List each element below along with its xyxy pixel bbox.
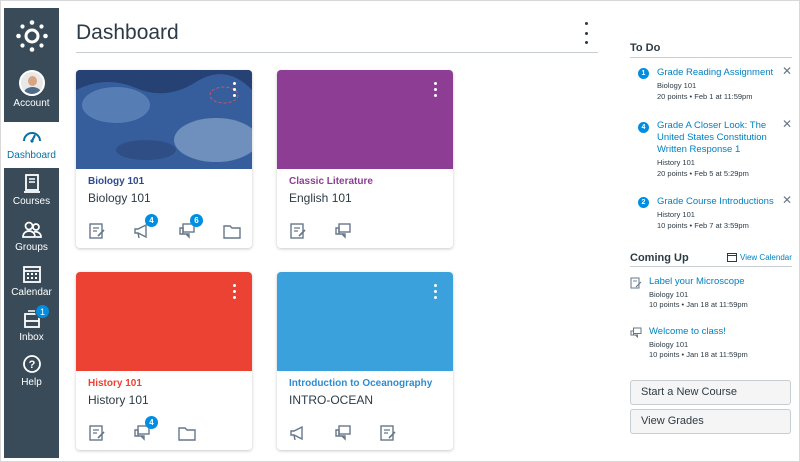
- coming-up-course: Biology 101: [649, 340, 689, 349]
- card-options-icon[interactable]: [431, 82, 439, 97]
- coming-up-meta: 10 points • Jan 18 at 11:59pm: [649, 350, 748, 359]
- nav-courses-label: Courses: [12, 196, 51, 207]
- course-name[interactable]: Classic Literature: [289, 176, 373, 187]
- course-card-image[interactable]: [76, 70, 252, 169]
- coming-up-item[interactable]: Label your Microscope Biology 101 10 poi…: [630, 276, 796, 312]
- todo-count-badge: 1: [638, 68, 649, 79]
- help-icon: ?: [22, 355, 41, 373]
- assignments-icon[interactable]: [88, 424, 108, 444]
- course-card-color[interactable]: [277, 272, 453, 371]
- todo-title-link[interactable]: Grade A Closer Look: The United States C…: [657, 120, 775, 156]
- course-code: Biology 101: [88, 191, 151, 205]
- course-code: History 101: [88, 393, 149, 407]
- discussions-icon[interactable]: [334, 424, 354, 444]
- todo-course: History 101: [657, 158, 695, 167]
- coming-up-item[interactable]: Welcome to class! Biology 101 10 points …: [630, 326, 796, 362]
- todo-meta: 20 points • Feb 1 at 11:59pm: [657, 92, 753, 101]
- nav-help[interactable]: ? Help: [4, 349, 59, 395]
- avatar: [18, 70, 45, 96]
- course-card-oceanography[interactable]: Introduction to Oceanography INTRO-OCEAN: [277, 272, 453, 450]
- card-options-icon[interactable]: [230, 82, 238, 97]
- todo-item[interactable]: 2 Grade Course Introductions History 101…: [630, 193, 796, 236]
- assignments-icon[interactable]: [88, 222, 108, 242]
- course-card-color[interactable]: [277, 70, 453, 169]
- course-name[interactable]: Biology 101: [88, 176, 144, 187]
- calendar-icon: [727, 253, 737, 262]
- view-grades-button[interactable]: View Grades: [630, 409, 791, 434]
- course-name[interactable]: Introduction to Oceanography: [289, 378, 432, 389]
- discussions-badge: 4: [145, 416, 158, 429]
- assignments-icon[interactable]: [379, 424, 399, 444]
- coming-up-title-link[interactable]: Label your Microscope: [649, 276, 745, 287]
- nav-groups-label: Groups: [15, 242, 48, 253]
- courses-icon: [23, 174, 40, 193]
- todo-count-badge: 4: [638, 122, 649, 133]
- coming-up-meta: 10 points • Jan 18 at 11:59pm: [649, 300, 748, 309]
- start-new-course-button[interactable]: Start a New Course: [630, 380, 791, 405]
- todo-title-link[interactable]: Grade Course Introductions: [657, 196, 775, 208]
- coming-up-heading: Coming Up: [630, 252, 689, 264]
- inbox-badge: 1: [35, 304, 50, 319]
- todo-item[interactable]: 1 Grade Reading Assignment Biology 101 2…: [630, 64, 796, 107]
- todo-heading: To Do: [630, 42, 661, 54]
- discussions-icon[interactable]: 6: [178, 214, 203, 242]
- todo-divider: [630, 57, 792, 58]
- course-card-biology[interactable]: Biology 101 Biology 101 4 6: [76, 70, 252, 248]
- course-code: English 101: [289, 191, 352, 205]
- nav-help-label: Help: [21, 377, 42, 388]
- course-card-history[interactable]: History 101 History 101 4: [76, 272, 252, 450]
- todo-meta: 10 points • Feb 7 at 3:59pm: [657, 221, 749, 230]
- discussion-icon: [630, 326, 642, 339]
- files-icon[interactable]: [223, 222, 243, 242]
- files-icon[interactable]: [178, 424, 198, 444]
- todo-course: Biology 101: [657, 81, 697, 90]
- course-card-classic-literature[interactable]: Classic Literature English 101: [277, 70, 453, 248]
- coming-up-divider: [630, 266, 792, 267]
- nav-calendar[interactable]: Calendar: [4, 259, 59, 305]
- course-name[interactable]: History 101: [88, 378, 142, 389]
- announcements-badge: 4: [145, 214, 158, 227]
- groups-icon: [21, 221, 42, 238]
- svg-text:?: ?: [28, 359, 35, 371]
- coming-up-course: Biology 101: [649, 290, 689, 299]
- discussions-badge: 6: [190, 214, 203, 227]
- course-card-color[interactable]: [76, 272, 252, 371]
- nav-calendar-label: Calendar: [11, 287, 52, 298]
- view-calendar-link[interactable]: View Calendar: [727, 252, 792, 262]
- card-options-icon[interactable]: [431, 284, 439, 299]
- nav-account[interactable]: Account: [4, 66, 59, 112]
- canvas-logo-icon[interactable]: [4, 8, 59, 64]
- assignments-icon[interactable]: [289, 222, 309, 242]
- view-calendar-label[interactable]: View Calendar: [740, 253, 792, 262]
- dismiss-icon[interactable]: ✕: [782, 193, 792, 207]
- card-options-icon[interactable]: [230, 284, 238, 299]
- header-divider: [76, 52, 598, 53]
- announcements-icon[interactable]: [289, 424, 309, 444]
- dashboard-icon: [22, 132, 41, 143]
- assignment-icon: [630, 276, 642, 289]
- nav-groups[interactable]: Groups: [4, 214, 59, 260]
- nav-inbox-label: Inbox: [19, 332, 44, 343]
- calendar-icon: [22, 266, 41, 283]
- todo-meta: 20 points • Feb 5 at 5:29pm: [657, 169, 749, 178]
- nav-courses[interactable]: Courses: [4, 168, 59, 214]
- dismiss-icon[interactable]: ✕: [782, 117, 792, 131]
- coming-up-title-link[interactable]: Welcome to class!: [649, 326, 726, 337]
- nav-dashboard-label: Dashboard: [7, 150, 56, 161]
- nav-dashboard[interactable]: Dashboard: [4, 122, 59, 168]
- discussions-icon[interactable]: [334, 222, 354, 242]
- discussions-icon[interactable]: 4: [133, 416, 158, 444]
- page-title: Dashboard: [76, 21, 179, 44]
- global-nav: Account Dashboard Courses Groups Calenda…: [4, 8, 59, 458]
- dismiss-icon[interactable]: ✕: [782, 64, 792, 78]
- todo-course: History 101: [657, 210, 695, 219]
- nav-account-label: Account: [13, 98, 50, 109]
- todo-item[interactable]: 4 Grade A Closer Look: The United States…: [630, 117, 796, 180]
- dashboard-options-icon[interactable]: [579, 22, 593, 44]
- nav-inbox[interactable]: 1 Inbox: [4, 304, 59, 350]
- course-code: INTRO-OCEAN: [289, 393, 373, 407]
- todo-count-badge: 2: [638, 197, 649, 208]
- todo-title-link[interactable]: Grade Reading Assignment: [657, 67, 775, 79]
- announcements-icon[interactable]: 4: [133, 214, 158, 242]
